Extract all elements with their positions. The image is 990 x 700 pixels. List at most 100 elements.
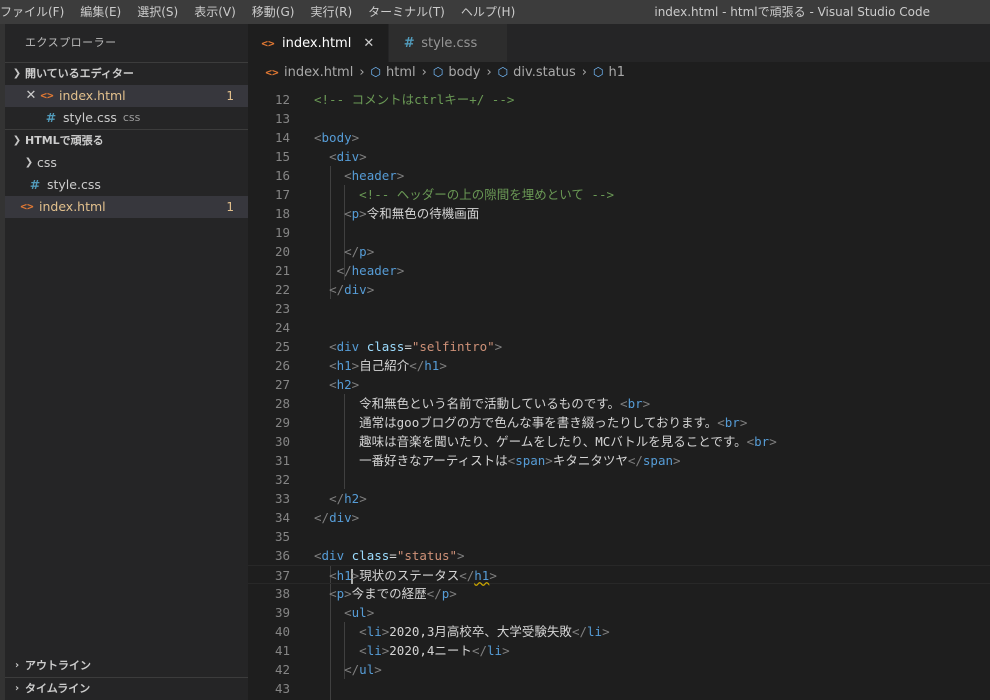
code-line[interactable]: 39 <ul> bbox=[248, 603, 990, 622]
breadcrumb-div-status[interactable]: ⬡ div.status bbox=[498, 65, 576, 80]
code-token: < bbox=[329, 568, 337, 583]
code-line[interactable]: 34 </div> bbox=[248, 508, 990, 527]
menu-file[interactable]: ファイル(F) bbox=[0, 0, 72, 24]
code-line[interactable]: 41 <li>2020,4ニート</li> bbox=[248, 641, 990, 660]
code-token: h2 bbox=[336, 377, 352, 392]
code-text: </ul> bbox=[314, 660, 382, 679]
menu-view[interactable]: 表示(V) bbox=[186, 0, 244, 24]
code-line[interactable]: 27 <h2> bbox=[248, 375, 990, 394]
menu-help[interactable]: ヘルプ(H) bbox=[453, 0, 523, 24]
code-line[interactable]: 43 bbox=[248, 679, 990, 698]
code-token: > bbox=[344, 586, 352, 601]
open-editor-index-html[interactable]: ✕ <> index.html 1 bbox=[5, 85, 248, 107]
menu-edit[interactable]: 編集(E) bbox=[72, 0, 129, 24]
menu-selection[interactable]: 選択(S) bbox=[129, 0, 186, 24]
timeline-label: タイムライン bbox=[25, 682, 91, 695]
code-line[interactable]: 33 </h2> bbox=[248, 489, 990, 508]
code-line[interactable]: 22 </div> bbox=[248, 280, 990, 299]
code-line[interactable]: 23 bbox=[248, 299, 990, 318]
breadcrumb-file[interactable]: <> index.html bbox=[264, 65, 353, 80]
code-token: 一番好きなアーティストは bbox=[314, 453, 508, 468]
html-file-icon: <> bbox=[40, 89, 54, 102]
code-token: > bbox=[366, 244, 375, 259]
code-line[interactable]: 36 <div class="status"> bbox=[248, 546, 990, 565]
close-icon[interactable]: ✕ bbox=[363, 36, 374, 51]
code-token: br bbox=[724, 415, 740, 430]
code-line[interactable]: 21 </header> bbox=[248, 261, 990, 280]
code-line[interactable]: 18 <p>令和無色の待機画面 bbox=[248, 204, 990, 223]
code-token: < bbox=[329, 358, 337, 373]
code-line[interactable]: 35 bbox=[248, 527, 990, 546]
file-style-css[interactable]: # style.css bbox=[5, 174, 248, 196]
code-token: 趣味は音楽を聞いたり、ゲームをしたり、MCバトルを見ることです。 bbox=[314, 434, 747, 449]
title-bar: ファイル(F) 編集(E) 選択(S) 表示(V) 移動(G) 実行(R) ター… bbox=[0, 0, 990, 24]
code-line[interactable]: 31 一番好きなアーティストは<span>キタニタツヤ</span> bbox=[248, 451, 990, 470]
breadcrumb-body[interactable]: ⬡ body bbox=[433, 65, 481, 80]
code-line[interactable]: 25 <div class="selfintro"> bbox=[248, 337, 990, 356]
code-line[interactable]: 32 bbox=[248, 470, 990, 489]
tab-index-html[interactable]: <> index.html ✕ bbox=[248, 24, 390, 62]
line-number: 32 bbox=[274, 472, 290, 487]
timeline-header[interactable]: › タイムライン bbox=[5, 677, 248, 700]
close-icon[interactable]: ✕ bbox=[23, 85, 39, 107]
breadcrumb-label: html bbox=[386, 64, 416, 80]
code-token: > bbox=[374, 662, 382, 677]
line-number: 20 bbox=[274, 244, 290, 259]
code-text: <!-- ヘッダーの上の隙間を埋めといて --> bbox=[314, 185, 614, 204]
code-line[interactable]: 26 <h1>自己紹介</h1> bbox=[248, 356, 990, 375]
code-line[interactable]: 37 <h1>現状のステータス</h1> bbox=[248, 565, 990, 584]
code-lines: 12 <!-- コメントはctrlキー+/ --> 13 14 <body> 15 <di… bbox=[248, 90, 990, 698]
folder-css[interactable]: ❯ css bbox=[5, 152, 248, 174]
code-token: > bbox=[351, 130, 360, 145]
code-line[interactable]: 20 </p> bbox=[248, 242, 990, 261]
tab-style-css[interactable]: # style.css bbox=[389, 24, 509, 62]
menu-go[interactable]: 移動(G) bbox=[244, 0, 303, 24]
open-editors-label: 開いているエディター bbox=[25, 67, 134, 80]
code-token: > bbox=[642, 396, 651, 411]
line-number: 22 bbox=[274, 282, 290, 297]
line-number: 29 bbox=[274, 415, 290, 430]
code-token: キタニタツヤ bbox=[552, 453, 628, 468]
code-text: <div> bbox=[314, 147, 367, 166]
code-token: span bbox=[642, 453, 674, 468]
line-number: 23 bbox=[274, 301, 290, 316]
menu-bar: ファイル(F) 編集(E) 選択(S) 表示(V) 移動(G) 実行(R) ター… bbox=[0, 0, 523, 24]
cube-icon: ⬡ bbox=[497, 65, 509, 79]
project-header[interactable]: ❯ HTMLで頑張る bbox=[5, 129, 248, 152]
menu-run[interactable]: 実行(R) bbox=[302, 0, 360, 24]
code-line[interactable]: 28 令和無色という名前で活動しているものです。<br> bbox=[248, 394, 990, 413]
code-line[interactable]: 14 <body> bbox=[248, 128, 990, 147]
code-line[interactable]: 29 通常はgooブログの方で色んな事を書き綴ったりしております。<br> bbox=[248, 413, 990, 432]
code-line[interactable]: 13 bbox=[248, 109, 990, 128]
code-line[interactable]: 16 <header> bbox=[248, 166, 990, 185]
breadcrumb-label: index.html bbox=[284, 64, 354, 80]
code-editor[interactable]: 12 <!-- コメントはctrlキー+/ --> 13 14 <body> 15 <di… bbox=[248, 90, 990, 700]
code-line[interactable]: 38 <p>今までの経歴</p> bbox=[248, 584, 990, 603]
code-line[interactable]: 30 趣味は音楽を聞いたり、ゲームをしたり、MCバトルを見ることです。<br> bbox=[248, 432, 990, 451]
code-line[interactable]: 42 </ul> bbox=[248, 660, 990, 679]
code-line[interactable]: 19 bbox=[248, 223, 990, 242]
code-line[interactable]: 12 <!-- コメントはctrlキー+/ --> bbox=[248, 90, 990, 109]
breadcrumb-h1[interactable]: ⬡ h1 bbox=[593, 65, 625, 80]
code-token: br bbox=[754, 434, 770, 449]
code-line[interactable]: 40 <li>2020,3月高校卒、大学受験失敗</li> bbox=[248, 622, 990, 641]
line-number: 42 bbox=[274, 662, 290, 677]
outline-header[interactable]: › アウトライン bbox=[5, 655, 248, 677]
code-line[interactable]: 17 <!-- ヘッダーの上の隙間を埋めといて --> bbox=[248, 185, 990, 204]
file-index-html[interactable]: <> index.html 1 bbox=[5, 196, 248, 218]
menu-terminal[interactable]: ターミナル(T) bbox=[360, 0, 453, 24]
code-line[interactable]: 24 bbox=[248, 318, 990, 337]
code-token: span bbox=[515, 453, 546, 468]
code-line[interactable]: 15 <div> bbox=[248, 147, 990, 166]
code-token: > bbox=[494, 339, 503, 354]
open-editor-style-css[interactable]: # style.css css bbox=[5, 107, 248, 129]
line-number: 31 bbox=[274, 453, 290, 468]
breadcrumb-html[interactable]: ⬡ html bbox=[371, 65, 416, 80]
code-token: > bbox=[502, 643, 510, 658]
open-editors-header[interactable]: ❯ 開いているエディター bbox=[5, 62, 248, 85]
code-token: > bbox=[366, 605, 375, 620]
line-number: 40 bbox=[274, 624, 290, 639]
